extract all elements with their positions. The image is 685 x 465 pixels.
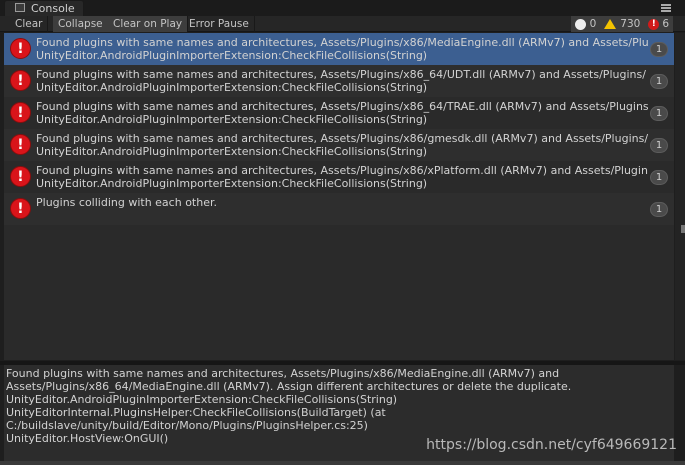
clear-button[interactable]: Clear — [10, 16, 49, 32]
info-count: 0 — [589, 18, 597, 30]
bottom-edge — [0, 461, 685, 465]
hamburger-menu-icon[interactable] — [661, 4, 671, 12]
log-list[interactable]: ! Found plugins with same names and arch… — [4, 33, 674, 360]
error-icon: ! — [10, 198, 31, 219]
log-entry-message: Found plugins with same names and archit… — [36, 100, 648, 113]
console-icon — [15, 3, 25, 12]
collapse-toggle[interactable]: Collapse — [53, 16, 109, 32]
console-toolbar: Clear Collapse Clear on Play Error Pause… — [0, 16, 685, 32]
log-entry-message: Plugins colliding with each other. — [36, 196, 217, 209]
log-entry[interactable]: ! Found plugins with same names and arch… — [4, 33, 674, 65]
detail-line: Found plugins with same names and archit… — [6, 367, 560, 380]
detail-line[interactable]: C:/buildslave/unity/build/Editor/Mono/Pl… — [4, 419, 674, 432]
error-icon: ! — [10, 166, 31, 187]
info-filter-toggle[interactable]: 0 — [570, 16, 601, 32]
log-entry[interactable]: ! Plugins colliding with each other. 1 — [4, 193, 674, 225]
error-icon: ! — [10, 38, 31, 59]
log-entry-stack: UnityEditor.AndroidPluginImporterExtensi… — [36, 113, 428, 126]
error-icon: ! — [10, 134, 31, 155]
warning-count: 730 — [620, 18, 641, 30]
scrollbar-marker — [681, 225, 685, 233]
detail-line[interactable]: UnityEditor.AndroidPluginImporterExtensi… — [4, 393, 674, 406]
log-entry[interactable]: ! Found plugins with same names and arch… — [4, 161, 674, 193]
collapse-count-badge: 1 — [650, 138, 668, 153]
error-count: 6 — [662, 18, 669, 30]
warning-icon — [604, 19, 617, 29]
error-icon: ! — [10, 70, 31, 91]
log-entry[interactable]: ! Found plugins with same names and arch… — [4, 97, 674, 129]
log-entry-message: Found plugins with same names and archit… — [36, 164, 648, 177]
log-entry-message: Found plugins with same names and archit… — [36, 36, 648, 49]
error-pause-toggle[interactable]: Error Pause — [184, 16, 255, 32]
error-filter-toggle[interactable]: ! 6 — [644, 16, 673, 32]
console-tab-label: Console — [31, 2, 75, 15]
title-bar: Console — [0, 0, 685, 16]
log-entry-message: Found plugins with same names and archit… — [36, 68, 646, 81]
log-entry-stack: UnityEditor.AndroidPluginImporterExtensi… — [36, 145, 428, 158]
collapse-count-badge: 1 — [650, 74, 668, 89]
log-entry-message: Found plugins with same names and archit… — [36, 132, 648, 145]
log-entry[interactable]: ! Found plugins with same names and arch… — [4, 65, 674, 97]
log-counters: 0 730 ! 6 — [570, 16, 673, 32]
log-entry-stack: UnityEditor.AndroidPluginImporterExtensi… — [36, 49, 428, 62]
warning-filter-toggle[interactable]: 730 — [600, 16, 645, 32]
collapse-count-badge: 1 — [650, 202, 668, 217]
collapse-count-badge: 1 — [650, 42, 668, 57]
collapse-count-badge: 1 — [650, 106, 668, 121]
log-list-scrollbar[interactable] — [675, 33, 685, 360]
detail-line[interactable]: UnityEditorInternal.PluginsHelper:CheckF… — [4, 406, 674, 419]
clear-on-play-toggle[interactable]: Clear on Play — [108, 16, 189, 32]
collapse-count-badge: 1 — [650, 170, 668, 185]
error-icon: ! — [648, 18, 660, 30]
detail-line: Assets/Plugins/x86_64/MediaEngine.dll (A… — [6, 380, 572, 393]
info-icon — [574, 18, 586, 30]
error-icon: ! — [10, 102, 31, 123]
log-entry-stack: UnityEditor.AndroidPluginImporterExtensi… — [36, 177, 428, 190]
log-entry-stack: UnityEditor.AndroidPluginImporterExtensi… — [36, 81, 428, 94]
watermark: https://blog.csdn.net/cyf649669121 — [426, 437, 677, 453]
console-tab[interactable]: Console — [4, 0, 84, 16]
log-entry[interactable]: ! Found plugins with same names and arch… — [4, 129, 674, 161]
